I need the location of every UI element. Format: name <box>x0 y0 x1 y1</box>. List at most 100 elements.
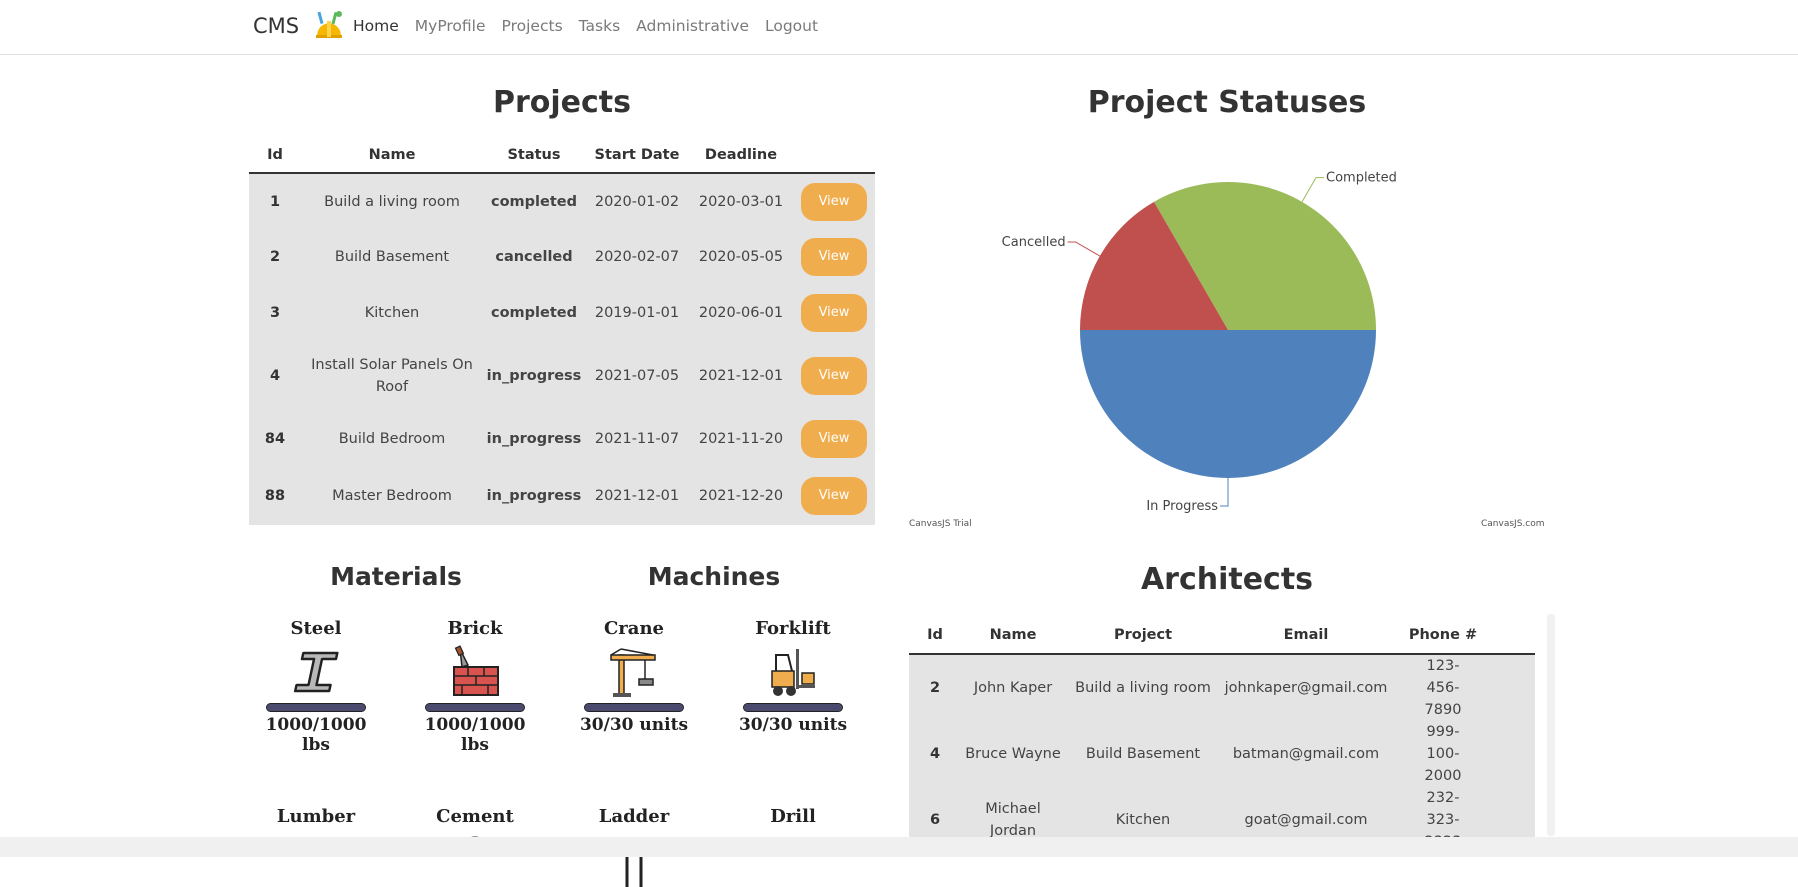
stock-quantity: 1000/1000 lbs <box>265 715 367 755</box>
table-row: 4 Bruce Wayne Build Basement batman@gmai… <box>909 721 1535 787</box>
project-name: Master Bedroom <box>301 467 483 525</box>
stock-level-bar <box>584 703 684 712</box>
brick-wall-icon <box>453 645 499 696</box>
status-badge: in_progress <box>483 341 585 411</box>
navbar: CMS Home MyProfile Projects Tasks Admini… <box>0 0 1798 55</box>
architect-email: johnkaper@gmail.com <box>1221 654 1391 721</box>
view-button[interactable]: View <box>801 477 867 515</box>
pie-leader-line <box>1067 241 1101 257</box>
pie-leader-line <box>1220 478 1229 507</box>
deadline: 2020-06-01 <box>689 285 793 341</box>
forklift-icon <box>771 649 815 696</box>
pie-label: Cancelled <box>1002 235 1066 250</box>
start-date: 2021-11-07 <box>585 411 689 467</box>
project-id: 2 <box>249 229 301 285</box>
material-name: Lumber <box>276 806 356 827</box>
pie-leader-line <box>1301 177 1324 203</box>
status-badge: completed <box>483 285 585 341</box>
col-name: Name <box>961 617 1065 655</box>
machine-name: Drill <box>770 806 816 827</box>
start-date: 2021-12-01 <box>585 467 689 525</box>
projects-title: Projects <box>492 85 631 120</box>
canvasjs-link[interactable]: CanvasJS.com <box>1481 519 1544 529</box>
status-badge: completed <box>483 173 585 229</box>
crane-icon <box>610 648 656 697</box>
material-card-brick: Brick 1000/1000 lbs <box>410 618 540 755</box>
stock-quantity: 30/30 units <box>738 715 848 735</box>
view-button[interactable]: View <box>801 182 867 221</box>
col-id: Id <box>909 617 961 655</box>
project-id: 1 <box>249 173 301 229</box>
nav-logout[interactable]: Logout <box>765 17 818 35</box>
brand[interactable]: CMS <box>253 14 299 38</box>
architects-title: Architects <box>1140 562 1314 597</box>
machine-name: Ladder <box>598 806 670 827</box>
start-date: 2020-01-02 <box>585 173 689 229</box>
col-actions <box>793 138 875 174</box>
table-row: 2 John Kaper Build a living room johnkap… <box>909 654 1535 721</box>
col-id: Id <box>249 138 301 174</box>
architect-project: Build Basement <box>1065 721 1221 787</box>
chart-title: Project Statuses <box>1087 85 1367 120</box>
pie-label: In Progress <box>1146 499 1218 514</box>
architect-id: 4 <box>909 721 961 787</box>
col-start-date: Start Date <box>585 138 689 174</box>
table-row: 84 Build Bedroom in_progress 2021-11-07 … <box>249 411 875 467</box>
deadline: 2021-11-20 <box>689 411 793 467</box>
stock-level-bar <box>266 703 366 712</box>
project-name: Build a living room <box>301 173 483 229</box>
nav-administrative[interactable]: Administrative <box>636 17 749 35</box>
nav-myprofile[interactable]: MyProfile <box>415 17 486 35</box>
pie-slice-in-progress[interactable] <box>1080 330 1376 478</box>
deadline: 2020-05-05 <box>689 229 793 285</box>
view-button[interactable]: View <box>801 238 867 276</box>
status-badge: in_progress <box>483 467 585 525</box>
material-name: Cement <box>436 806 514 827</box>
table-row: 3 Kitchen completed 2019-01-01 2020-06-0… <box>249 285 875 341</box>
project-name: Kitchen <box>301 285 483 341</box>
architect-email: batman@gmail.com <box>1221 721 1391 787</box>
start-date: 2019-01-01 <box>585 285 689 341</box>
machine-name: Forklift <box>755 618 831 639</box>
deadline: 2020-03-01 <box>689 173 793 229</box>
table-row: 1 Build a living room completed 2020-01-… <box>249 173 875 229</box>
col-phone: Phone # <box>1391 617 1495 655</box>
project-id: 4 <box>249 341 301 411</box>
architect-id: 2 <box>909 654 961 721</box>
page-horizontal-scrollbar[interactable] <box>0 837 1798 857</box>
status-pie-chart: Completed Cancelled In Progress <box>1002 171 1397 514</box>
stock-quantity: 30/30 units <box>579 715 689 735</box>
machine-name: Crane <box>603 618 664 639</box>
machine-card-forklift: Forklift 30/30 units <box>728 618 858 735</box>
nav-tasks[interactable]: Tasks <box>579 17 621 35</box>
main-nav: Home MyProfile Projects Tasks Administra… <box>353 17 834 35</box>
stock-quantity: 1000/1000 lbs <box>424 715 526 755</box>
steel-beam-icon <box>293 651 339 693</box>
col-name: Name <box>301 138 483 174</box>
status-badge: cancelled <box>483 229 585 285</box>
deadline: 2021-12-01 <box>689 341 793 411</box>
architects-scrollbar[interactable] <box>1547 614 1555 836</box>
status-badge: in_progress <box>483 411 585 467</box>
material-card-steel: Steel 1000/1000 lbs <box>251 618 381 755</box>
view-button[interactable]: View <box>801 357 867 395</box>
architect-name: Bruce Wayne <box>961 721 1065 787</box>
nav-projects[interactable]: Projects <box>502 17 563 35</box>
material-name: Steel <box>290 618 342 639</box>
view-button[interactable]: View <box>801 294 867 332</box>
stock-level-bar <box>425 703 525 712</box>
table-row: 88 Master Bedroom in_progress 2021-12-01… <box>249 467 875 525</box>
view-button[interactable]: View <box>801 420 867 458</box>
project-id: 3 <box>249 285 301 341</box>
canvasjs-trial-watermark: CanvasJS Trial <box>909 519 972 529</box>
architect-phone: 999-100-2000 <box>1391 721 1495 787</box>
project-name: Install Solar Panels On Roof <box>301 341 483 411</box>
project-name: Build Basement <box>301 229 483 285</box>
col-email: Email <box>1221 617 1391 655</box>
stock-level-bar <box>743 703 843 712</box>
architect-project: Build a living room <box>1065 654 1221 721</box>
architect-phone: 123-456-7890 <box>1391 654 1495 721</box>
deadline: 2021-12-20 <box>689 467 793 525</box>
project-id: 88 <box>249 467 301 525</box>
nav-home[interactable]: Home <box>353 17 399 35</box>
